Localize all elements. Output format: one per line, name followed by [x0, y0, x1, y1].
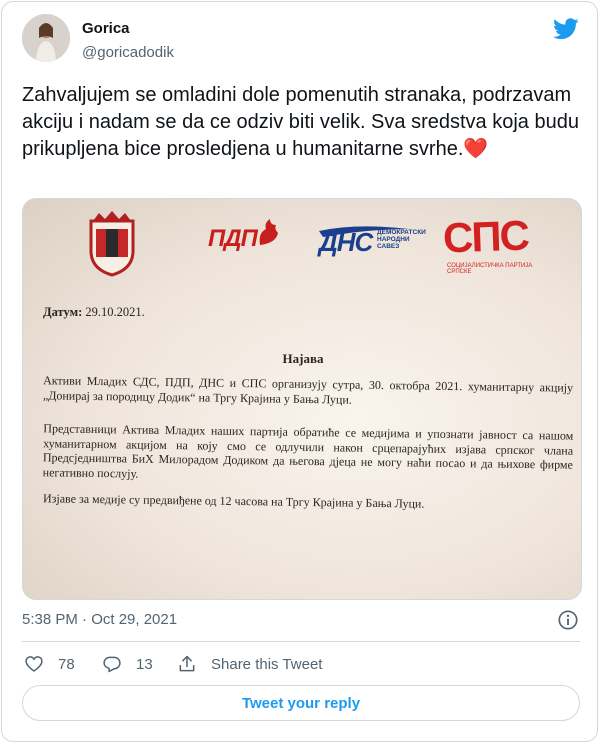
press-release-document: ПДП ДНС ДЕМОКРАТСКИ НАРОДНИ САВЕЗ СПС СО… — [23, 199, 581, 599]
share-label: Share this Tweet — [211, 655, 323, 673]
tweet-timestamp[interactable]: 5:38 PM · Oct 29, 2021 — [22, 611, 177, 628]
pdp-logo: ПДП — [208, 225, 258, 252]
author-name[interactable]: Gorica — [82, 20, 130, 37]
document-date: Датум: 29.10.2021. — [43, 305, 145, 320]
share-button[interactable]: Share this Tweet — [177, 652, 322, 676]
pdp-rooster-icon — [259, 219, 278, 245]
reply-bubble-icon — [103, 656, 121, 673]
date-value: 29.10.2021. — [85, 305, 145, 319]
avatar-photo — [22, 14, 70, 62]
twitter-bird-icon[interactable] — [553, 18, 579, 40]
reply-button[interactable]: 13 — [102, 652, 153, 676]
heart-icon — [25, 656, 43, 673]
date-label: Датум: — [43, 305, 83, 319]
tweet-body: Zahvaljujem se omladini dole pomenutih s… — [22, 84, 579, 160]
reply-count: 13 — [136, 655, 153, 673]
dns-logo: ДНС — [319, 227, 373, 257]
like-count: 78 — [58, 655, 75, 673]
divider — [22, 641, 580, 642]
share-upload-icon — [179, 655, 195, 672]
tweet-your-reply-button[interactable]: Tweet your reply — [22, 685, 580, 721]
like-button[interactable]: 78 — [24, 652, 75, 676]
author-handle[interactable]: @goricadodik — [82, 44, 174, 61]
sds-coat-of-arms-logo — [89, 211, 135, 277]
attached-photo[interactable]: ПДП ДНС ДЕМОКРАТСКИ НАРОДНИ САВЕЗ СПС СО… — [22, 198, 582, 600]
document-paragraph-2: Представници Актива Младих наших партија… — [42, 421, 574, 481]
document-paragraph-1: Активи Младих СДС, ПДП, ДНС и СПС органи… — [42, 373, 574, 407]
dns-logo-subtitle: ДЕМОКРАТСКИ НАРОДНИ САВЕЗ — [377, 229, 426, 250]
document-paragraph-3: Изјаве за медије су предвиђене од 12 час… — [42, 491, 425, 511]
sps-logo: СПС — [442, 211, 529, 262]
tweet-text: Zahvaljujem se omladini dole pomenutih s… — [22, 82, 582, 163]
tweet-card: Gorica @goricadodik Zahvaljujem se omlad… — [1, 1, 598, 742]
red-heart-emoji: ❤️ — [463, 138, 489, 160]
document-title: Најава — [282, 351, 324, 366]
avatar[interactable] — [22, 14, 70, 62]
info-icon[interactable] — [557, 609, 579, 631]
sps-logo-subtitle: СОЦИЈАЛИСТИЧКА ПАРТИЈА СРПСКЕ — [447, 263, 533, 275]
